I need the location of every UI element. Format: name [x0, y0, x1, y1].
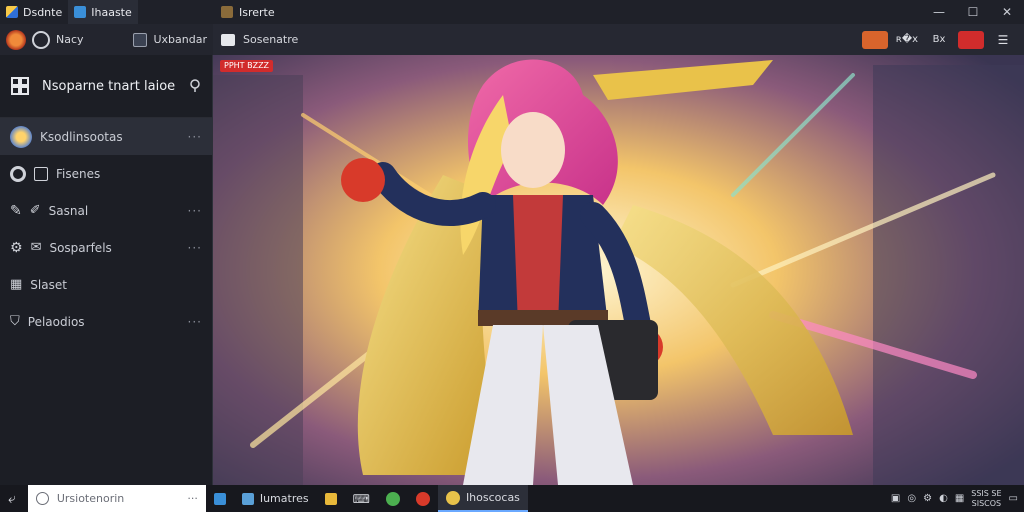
- sidebar-item-5[interactable]: ▦ Slaset: [0, 266, 212, 303]
- window-icon[interactable]: [221, 33, 235, 46]
- mail-icon: ✉: [30, 240, 42, 255]
- sidebar-item-3[interactable]: ✎ ✐ Sasnal ···: [0, 192, 212, 229]
- window-icon: [213, 492, 226, 505]
- settings-icon[interactable]: ⚙: [923, 493, 932, 504]
- sidebar-item-6[interactable]: ⛉ Pelaodios ···: [0, 303, 212, 340]
- taskbar-app-1[interactable]: Iumatres: [234, 485, 317, 512]
- action-center-icon[interactable]: ▭: [1009, 493, 1018, 504]
- taskbar-app-label: Iumatres: [259, 492, 309, 505]
- right-toolbar: Sosenatre ʀ�x Bx ☰: [213, 24, 1024, 55]
- settings-icon: ⚙: [10, 239, 23, 256]
- taskbar-app-2[interactable]: Ihoscocas: [437, 485, 528, 512]
- image-viewer[interactable]: [213, 55, 1024, 485]
- taskbar-media[interactable]: [408, 485, 438, 512]
- close-button[interactable]: ✕: [990, 0, 1024, 24]
- record-button[interactable]: [958, 30, 984, 49]
- gear-icon: [10, 165, 26, 182]
- status-badge: PPHT BZZZ: [220, 60, 274, 72]
- volume-icon[interactable]: ◎: [907, 493, 916, 504]
- more-icon[interactable]: ···: [187, 492, 198, 505]
- sidebar-item-2[interactable]: Fisenes: [0, 155, 212, 192]
- more-icon[interactable]: ···: [188, 130, 202, 144]
- battery-icon[interactable]: ▦: [955, 493, 964, 504]
- start-button[interactable]: ⤶: [0, 485, 24, 512]
- taskbar: ⤶ Ursiotenorin ··· Iumatres ⌨ Ihoscocas …: [0, 485, 1024, 512]
- left-titlebar: Dsdnte Ihaaste: [0, 0, 213, 24]
- apps-icon: ▦: [10, 277, 23, 292]
- sidebar-item-1[interactable]: Ksodlinsootas ···: [0, 118, 212, 155]
- taskbar-folder[interactable]: [317, 485, 345, 512]
- clock-time: SSIS SE: [971, 488, 1002, 498]
- more-icon[interactable]: ···: [188, 241, 202, 255]
- document-icon: [74, 6, 87, 18]
- clock-date: SISCOS: [971, 498, 1002, 508]
- toolbar-label[interactable]: Sosenatre: [243, 33, 298, 46]
- tool-button-2[interactable]: Bx: [926, 31, 952, 49]
- maximize-button[interactable]: ☐: [956, 0, 990, 24]
- toolbar-item-2[interactable]: Uxbandar: [153, 33, 207, 46]
- sidebar-item-label: Ksodlinsootas: [40, 129, 123, 144]
- edit-icon: ✐: [29, 203, 41, 218]
- compass-icon[interactable]: [32, 30, 50, 49]
- taskbar-app-windows[interactable]: [206, 485, 234, 512]
- sidebar-item-4[interactable]: ⚙ ✉ Sosparfels ···: [0, 229, 212, 266]
- tab-2-label: Ihaaste: [91, 5, 132, 19]
- image-icon: [34, 166, 48, 181]
- sidebar: Nsoparne tnart laioe Ksodlinsootas ··· F…: [0, 55, 213, 485]
- app-icon: [445, 490, 460, 505]
- shield-icon: ⛉: [10, 314, 20, 329]
- sidebar-item-label: Sasnal: [48, 203, 89, 218]
- app-icon: [221, 6, 233, 18]
- sidebar-title: Nsoparne tnart laioe: [42, 78, 176, 94]
- media-button[interactable]: [861, 30, 888, 49]
- character-illustration: [213, 55, 1024, 485]
- search-icon: [35, 492, 49, 505]
- browser-icon: [385, 491, 400, 506]
- tab-1-label: Dsdnte: [23, 5, 63, 19]
- network-icon[interactable]: ▣: [891, 493, 900, 504]
- clock[interactable]: SSIS SE SISCOS: [971, 489, 1001, 509]
- more-icon[interactable]: ···: [188, 204, 202, 218]
- left-toolbar: Nacy Uxbandar: [0, 24, 213, 55]
- taskbar-app-label: Ihoscocas: [465, 491, 520, 504]
- grid-icon: [11, 77, 29, 95]
- keyboard-icon: ⌨: [352, 491, 370, 506]
- taskbar-keyboard[interactable]: ⌨: [345, 485, 378, 512]
- sidebar-item-label: Sosparfels: [49, 240, 112, 255]
- tab-2[interactable]: Ihaaste: [68, 0, 138, 24]
- app-icon: [6, 6, 18, 18]
- system-tray: ▣ ◎ ⚙ ◐ ▦ SSIS SE SISCOS ▭: [891, 489, 1024, 509]
- search-input[interactable]: Ursiotenorin: [57, 492, 124, 505]
- media-icon: [415, 491, 430, 506]
- notification-icon[interactable]: ◐: [939, 493, 948, 504]
- panel-icon[interactable]: [133, 32, 148, 47]
- folder-icon: [324, 492, 337, 505]
- right-titlebar: Isrerte — ☐ ✕: [213, 0, 1024, 24]
- sidebar-item-label: Pelaodios: [27, 314, 85, 329]
- sidebar-item-label: Fisenes: [56, 166, 101, 181]
- tab-1[interactable]: Dsdnte: [0, 0, 68, 24]
- document-icon: [241, 492, 254, 505]
- tool-button-1[interactable]: ʀ�x: [894, 31, 920, 49]
- pin-icon[interactable]: [188, 79, 202, 93]
- avatar-icon[interactable]: [6, 29, 26, 50]
- avatar: [10, 125, 32, 148]
- sidebar-header: Nsoparne tnart laioe: [0, 55, 212, 118]
- toolbar-item-1[interactable]: Nacy: [56, 33, 84, 46]
- more-icon[interactable]: ···: [188, 315, 202, 329]
- sidebar-item-label: Slaset: [30, 277, 67, 292]
- minimize-button[interactable]: —: [922, 0, 956, 24]
- menu-icon[interactable]: ☰: [990, 31, 1016, 49]
- taskbar-browser[interactable]: [378, 485, 408, 512]
- taskbar-search[interactable]: Ursiotenorin ···: [27, 485, 206, 512]
- window-title: Isrerte: [239, 5, 275, 19]
- pen-icon: ✎: [10, 202, 22, 219]
